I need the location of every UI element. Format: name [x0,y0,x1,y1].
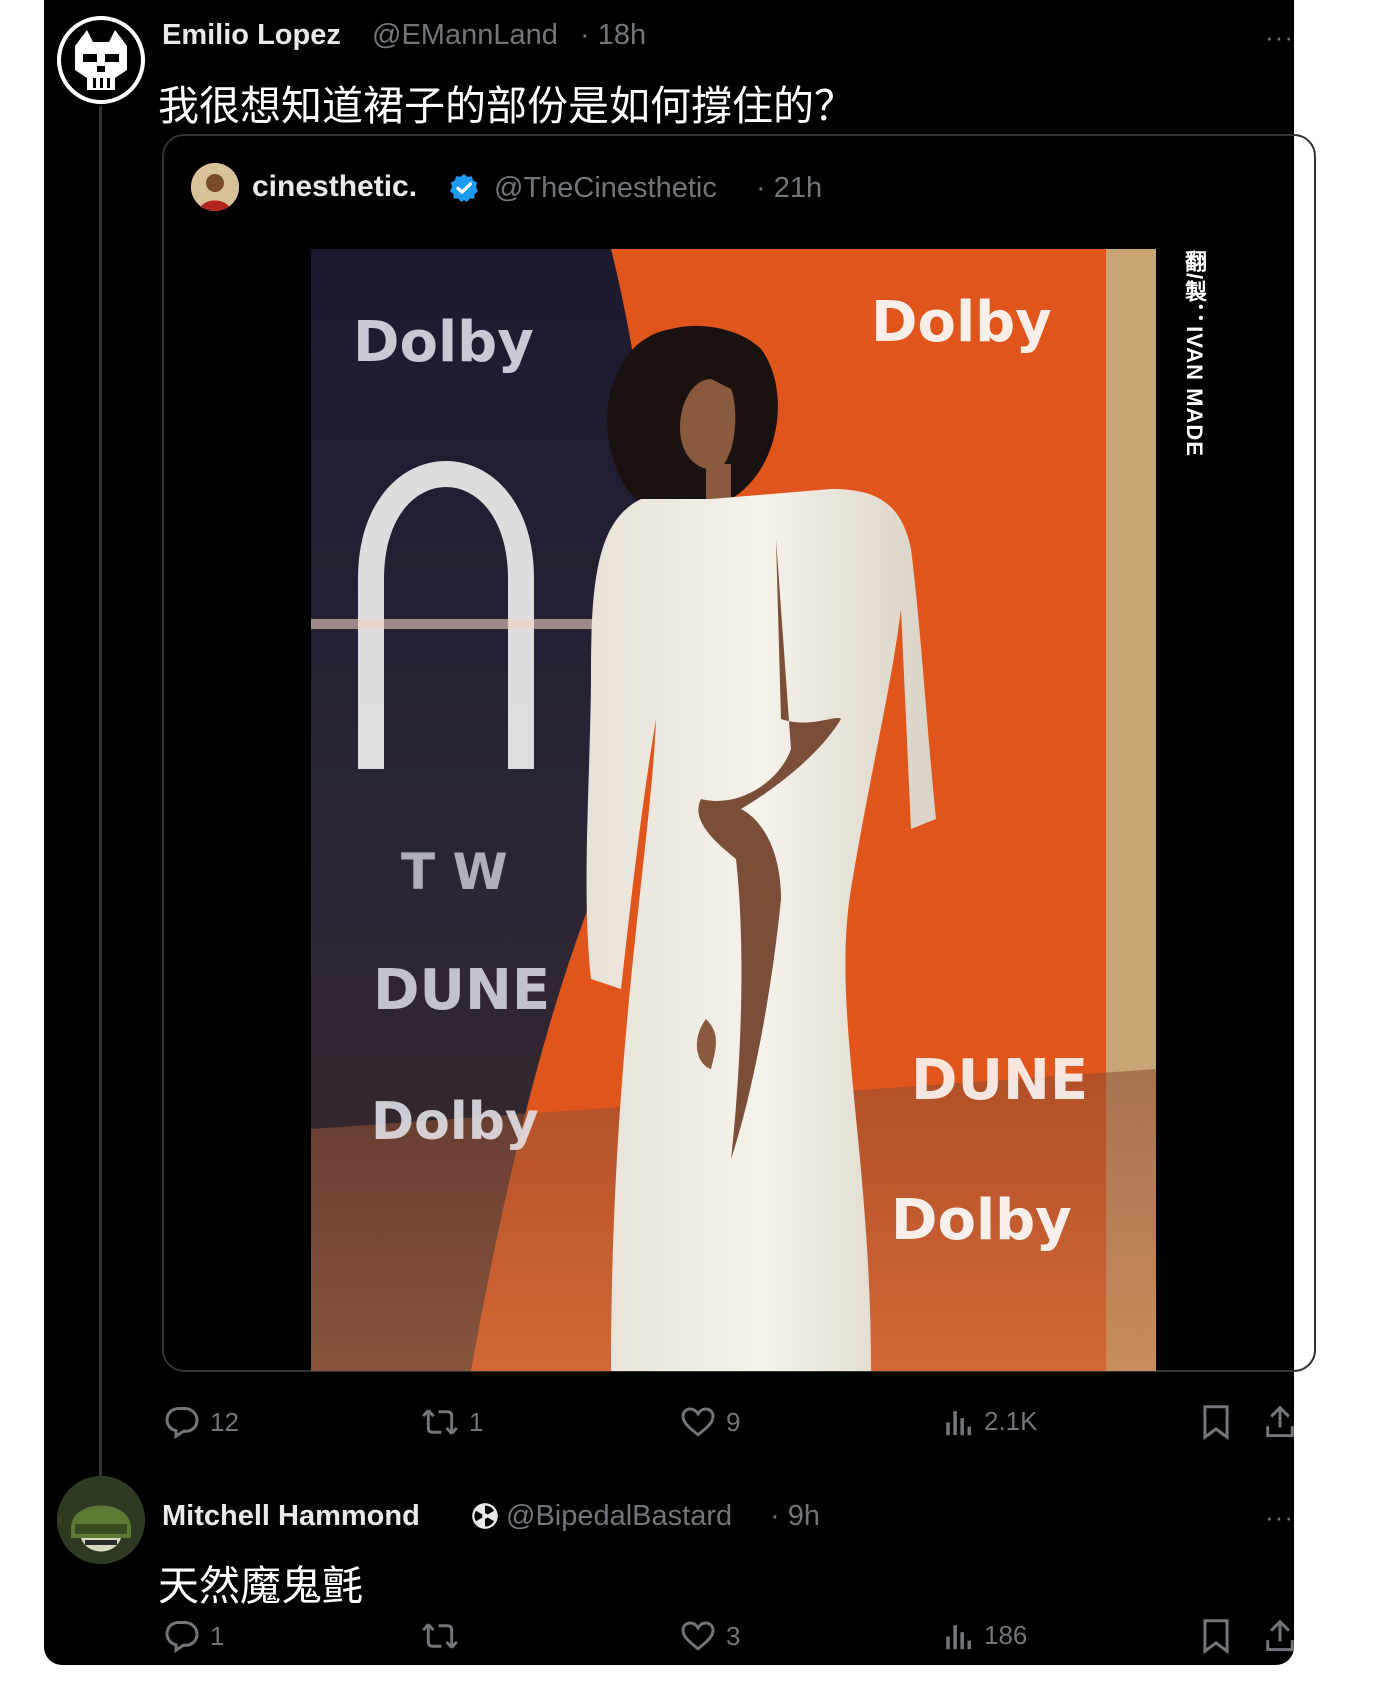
verified-badge-icon [450,174,478,202]
like-button[interactable]: 9 [680,1404,740,1440]
person-avatar-icon [191,163,239,211]
dolby-sign-text: Dolby [371,1092,539,1152]
like-button[interactable]: 3 [680,1618,740,1654]
more-options-icon[interactable]: ··· [1265,22,1294,53]
bookmark-icon[interactable] [1202,1404,1230,1440]
like-count: 9 [726,1406,741,1437]
reply-button[interactable]: 12 [164,1404,239,1440]
views-count: 186 [984,1619,1028,1650]
reply-count: 12 [210,1406,239,1437]
user-avatar[interactable] [57,16,145,104]
dune-sign-text: DUNE [911,1048,1088,1113]
reply-button[interactable]: 1 [164,1618,224,1654]
reply-timestamp[interactable]: · 9h [770,1500,820,1533]
retweet-icon [422,1623,458,1649]
views-chart-icon [946,1411,972,1436]
retweet-icon [422,1409,458,1435]
views-chart-icon [946,1625,972,1650]
skull-avatar-icon [57,16,145,104]
reply-author-handle[interactable]: @BipedalBastard [506,1500,732,1533]
share-icon[interactable] [1265,1404,1295,1440]
dolby-sign-text: Dolby [871,290,1052,355]
tweet-timestamp[interactable]: · 18h [580,19,646,52]
reply-author-avatar[interactable] [57,1476,145,1564]
dolby-sign-text: Dolby [353,310,534,375]
dolby-sign-text: Dolby [891,1188,1072,1253]
radiation-badge-icon [472,1503,498,1529]
reply-icon [165,1407,199,1440]
heart-icon [681,1621,715,1651]
more-options-icon[interactable]: ··· [1265,1502,1294,1533]
thread-connector-line [99,106,102,1478]
retweet-button[interactable] [421,1618,469,1654]
quoted-author-handle[interactable]: @TheCinesthetic [494,172,717,205]
views-button[interactable]: 186 [944,1618,1027,1652]
share-icon[interactable] [1265,1618,1295,1654]
retweet-count: 1 [469,1406,484,1437]
author-name[interactable]: Emilio Lopez [162,19,341,52]
reply-icon [165,1621,199,1654]
reply-count: 1 [210,1620,225,1651]
retweet-button[interactable]: 1 [421,1404,483,1440]
quoted-author-avatar[interactable] [191,163,239,211]
quoted-author-name[interactable]: cinesthetic. [252,170,417,204]
author-handle[interactable]: @EMannLand [372,19,558,52]
like-count: 3 [726,1620,741,1651]
helmet-avatar-icon [57,1476,145,1564]
quoted-timestamp[interactable]: · 21h [756,172,822,205]
bookmark-icon[interactable] [1202,1618,1230,1654]
heart-icon [681,1407,715,1437]
views-count: 2.1K [984,1405,1038,1436]
tweet-text: 我很想知道裙子的部份是如何撐住的？ [158,83,855,129]
dune-sign-text: DUNE [373,958,550,1023]
views-button[interactable]: 2.1K [944,1404,1038,1438]
reply-author-name[interactable]: Mitchell Hammond [162,1500,420,1533]
quoted-tweet-photo[interactable]: Dolby Dolby Dolby Dolby DUNE DUNE T W [311,249,1156,1371]
reply-text: 天然魔鬼氈 [158,1563,363,1609]
two-sign-text: T W [401,843,508,901]
watermark-label: 翻/製：IVAN MADE [1175,246,1213,460]
